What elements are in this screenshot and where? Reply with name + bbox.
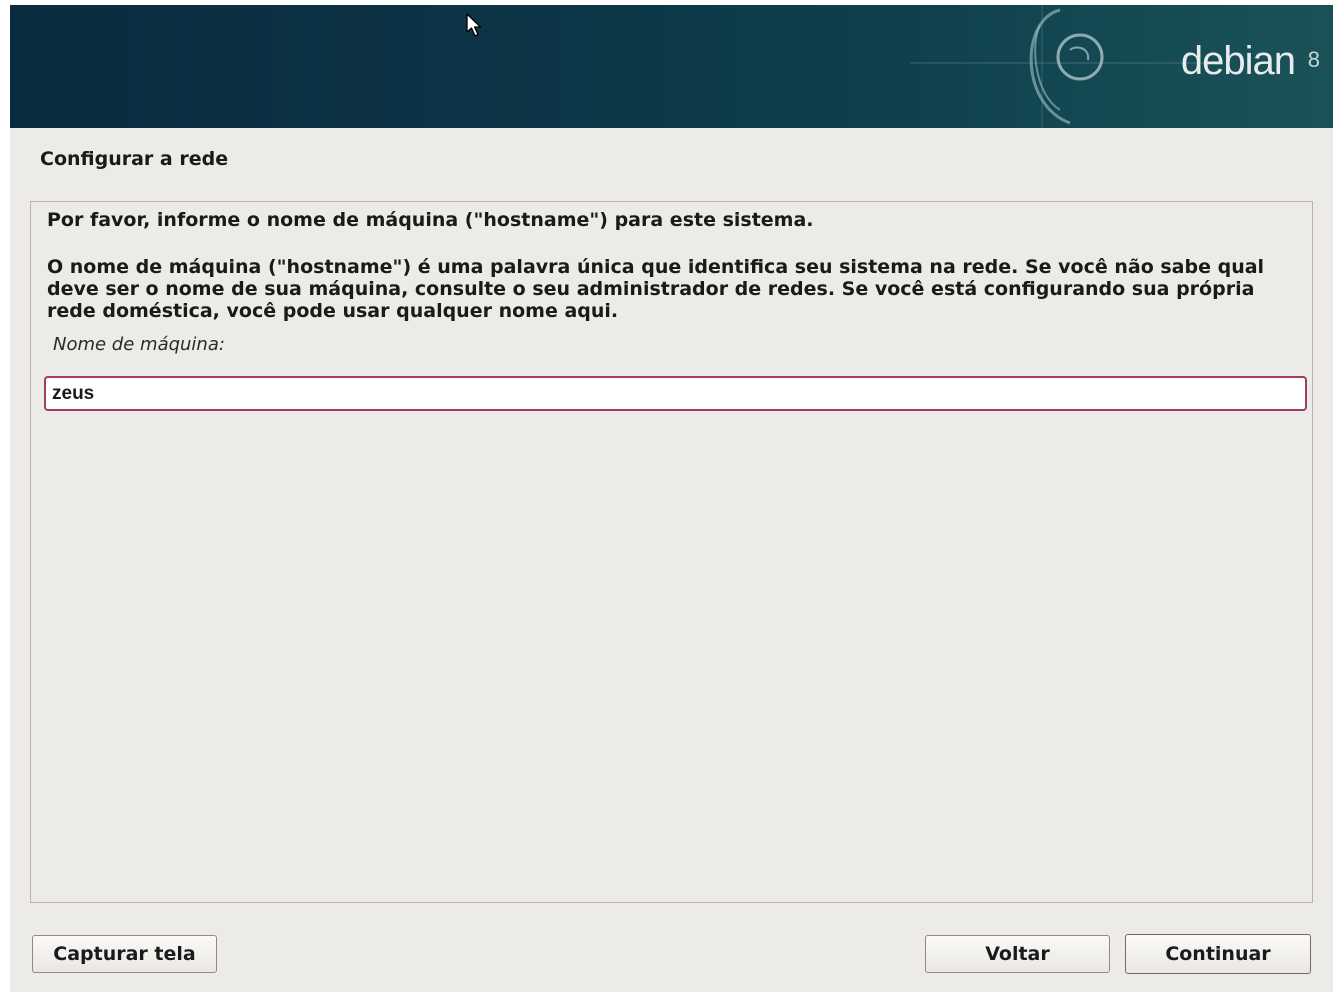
content-panel: Por favor, informe o nome de máquina ("h… [30,201,1313,903]
continue-button[interactable]: Continuar [1125,934,1311,974]
debian-version: 8 [1307,47,1320,72]
back-button[interactable]: Voltar [925,935,1110,973]
installer-window: debian 8 Configurar a rede Por favor, in… [10,5,1333,992]
debian-swirl-icon [910,5,1210,128]
hostname-description: O nome de máquina ("hostname") é uma pal… [47,256,1265,322]
hostname-input[interactable] [44,376,1307,411]
hostname-label: Nome de máquina: [53,334,225,355]
debian-logo-text: debian [1180,39,1296,83]
debian-banner: debian 8 [10,5,1333,128]
page-title: Configurar a rede [40,148,229,170]
mouse-pointer-icon [466,13,482,37]
screenshot-button[interactable]: Capturar tela [32,935,217,973]
hostname-prompt: Por favor, informe o nome de máquina ("h… [47,209,814,231]
